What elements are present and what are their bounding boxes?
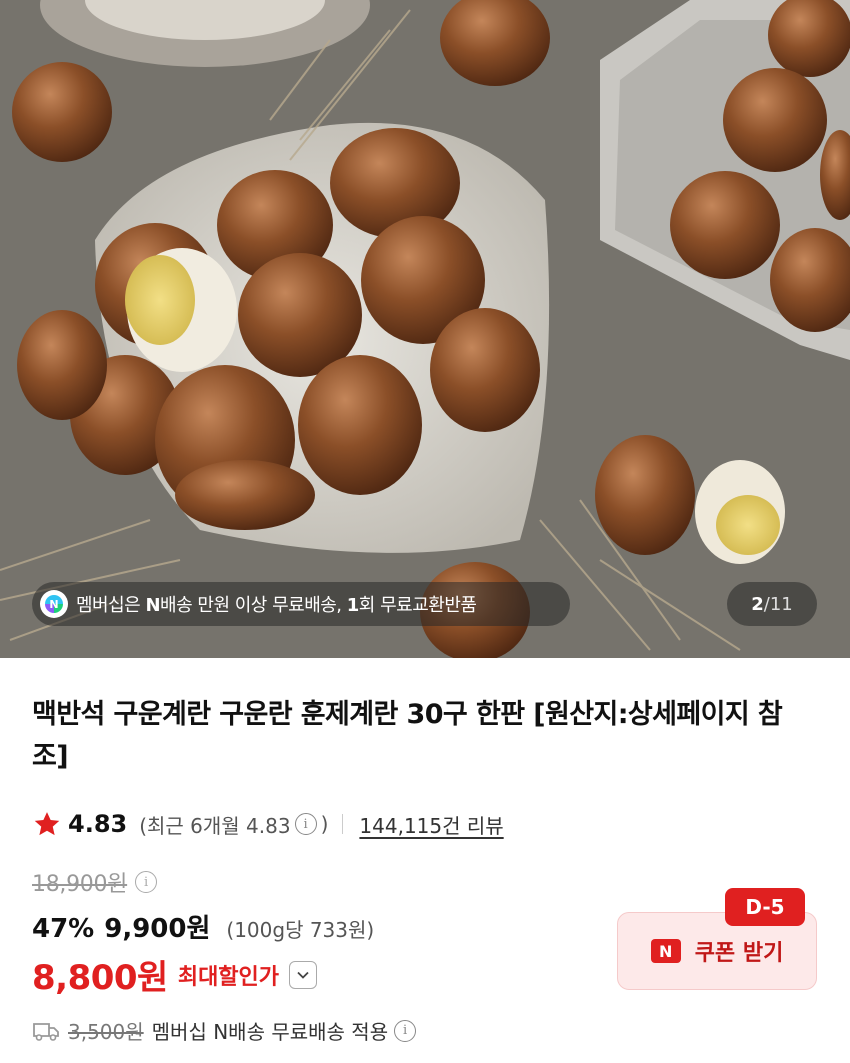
membership-promo-banner[interactable]: N 멤버십은 N배송 만원 이상 무료배송, 1회 무료교환반품 (32, 582, 570, 626)
max-discount-row: 8,800원 최대할인가 (32, 950, 318, 999)
sale-price-row: 47% 9,900원 (100g당 733원) (32, 908, 374, 945)
divider (342, 814, 344, 834)
promo-text: 멤버십은 N배송 만원 이상 무료배송, 1회 무료교환반품 (76, 595, 477, 616)
rating-score: 4.83 (68, 810, 128, 838)
unit-price: (100g당 733원) (226, 918, 375, 942)
star-icon (34, 812, 60, 836)
truck-icon (33, 1022, 59, 1041)
image-counter: 2/11 (727, 582, 817, 626)
discount-rate: 47% (32, 914, 95, 944)
dday-badge: D-5 (725, 888, 805, 926)
product-photo (0, 0, 850, 658)
original-shipping-fee: 3,500원 (68, 1020, 144, 1044)
shipping-row: 3,500원 멤버십 N배송 무료배송 적용 i (32, 1016, 420, 1045)
membership-n-icon: N (40, 590, 68, 618)
max-discount-price: 8,800원 (32, 958, 168, 998)
info-icon[interactable]: i (294, 813, 317, 835)
info-icon[interactable]: i (394, 1019, 417, 1042)
review-count-link[interactable]: 144,115건 리뷰 (359, 810, 503, 839)
recent-rating: (최근 6개월 4.83 i ) (139, 812, 329, 838)
n-badge-icon: N (650, 939, 681, 963)
coupon-widget: N 쿠폰 받기 D-5 (617, 888, 817, 990)
product-title: 맥반석 구운계란 구운란 훈제계란 30구 한판 [원산지:상세페이지 참조] (32, 699, 783, 772)
rating-row: 4.83 (최근 6개월 4.83 i ) 144,115건 리뷰 (32, 806, 504, 842)
shipping-text: 멤버십 N배송 무료배송 적용 (151, 1020, 389, 1044)
info-icon[interactable]: i (135, 871, 158, 893)
original-price: 18,900원 (32, 872, 128, 897)
product-image-carousel[interactable]: N 멤버십은 N배송 만원 이상 무료배송, 1회 무료교환반품 2/11 (0, 0, 850, 658)
max-discount-label: 최대할인가 (177, 964, 280, 990)
sale-price: 9,900원 (104, 914, 211, 944)
chevron-down-icon[interactable] (289, 960, 318, 989)
original-price-row: 18,900원 i (32, 866, 161, 898)
coupon-label: 쿠폰 받기 (694, 941, 784, 966)
